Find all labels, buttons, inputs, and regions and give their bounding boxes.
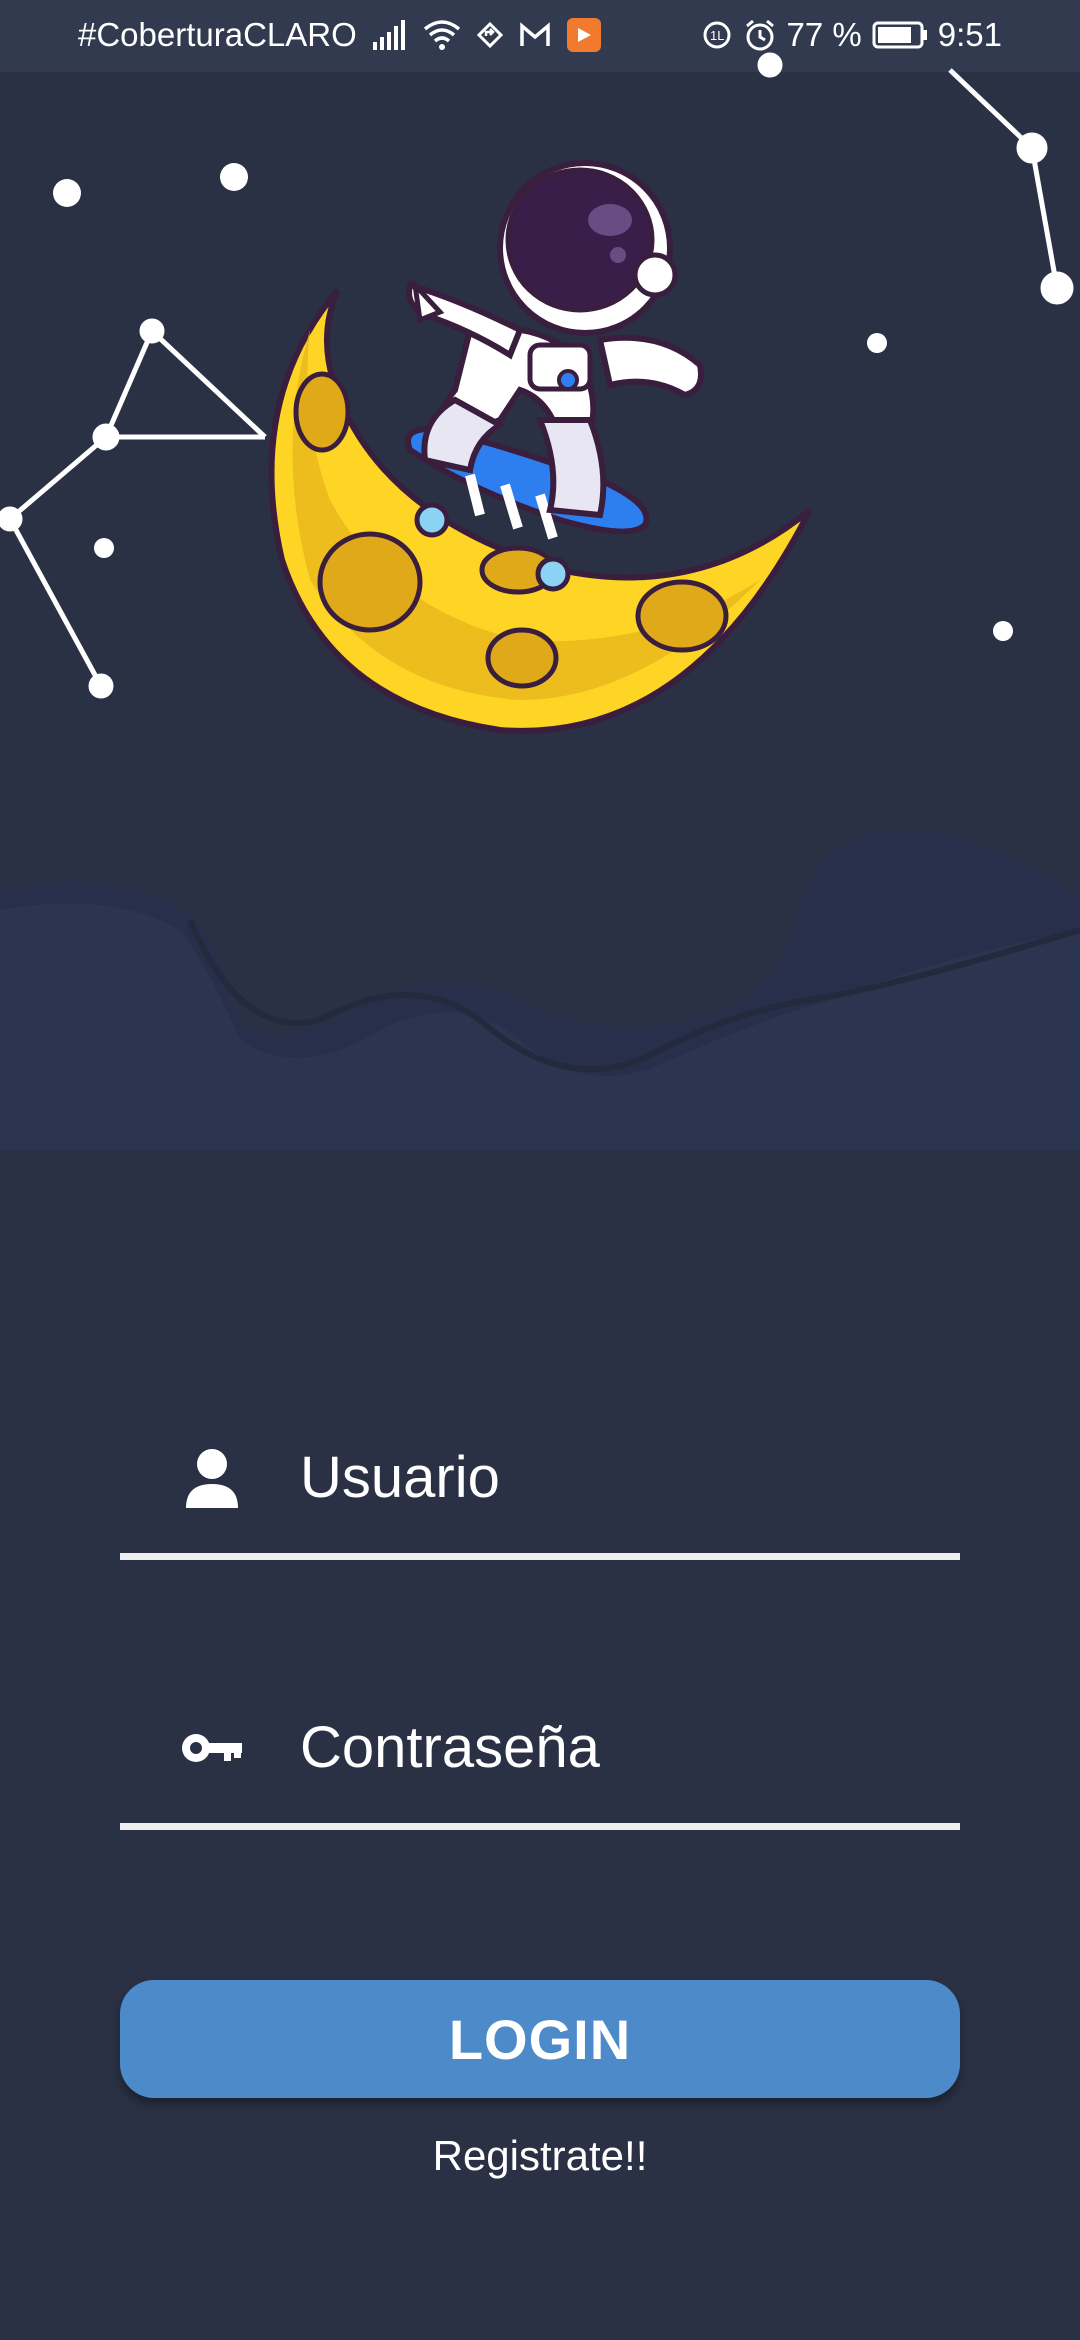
login-button[interactable]: LOGIN xyxy=(120,1980,960,2098)
username-input[interactable] xyxy=(300,1432,940,1522)
username-field xyxy=(120,1420,960,1560)
user-icon xyxy=(180,1446,244,1510)
constellation-left xyxy=(0,318,267,699)
space-illustration xyxy=(0,52,1080,1150)
password-underline xyxy=(120,1823,960,1830)
username-underline xyxy=(120,1553,960,1560)
password-input[interactable] xyxy=(300,1702,940,1792)
login-screen: #CoberturaCLARO 1L 77 % 9:51 Usuario LOG… xyxy=(0,0,1080,2340)
key-icon xyxy=(180,1716,244,1780)
constellation-right xyxy=(757,52,1074,305)
password-field xyxy=(120,1690,960,1830)
register-link[interactable]: Registrate!! xyxy=(0,2132,1080,2180)
